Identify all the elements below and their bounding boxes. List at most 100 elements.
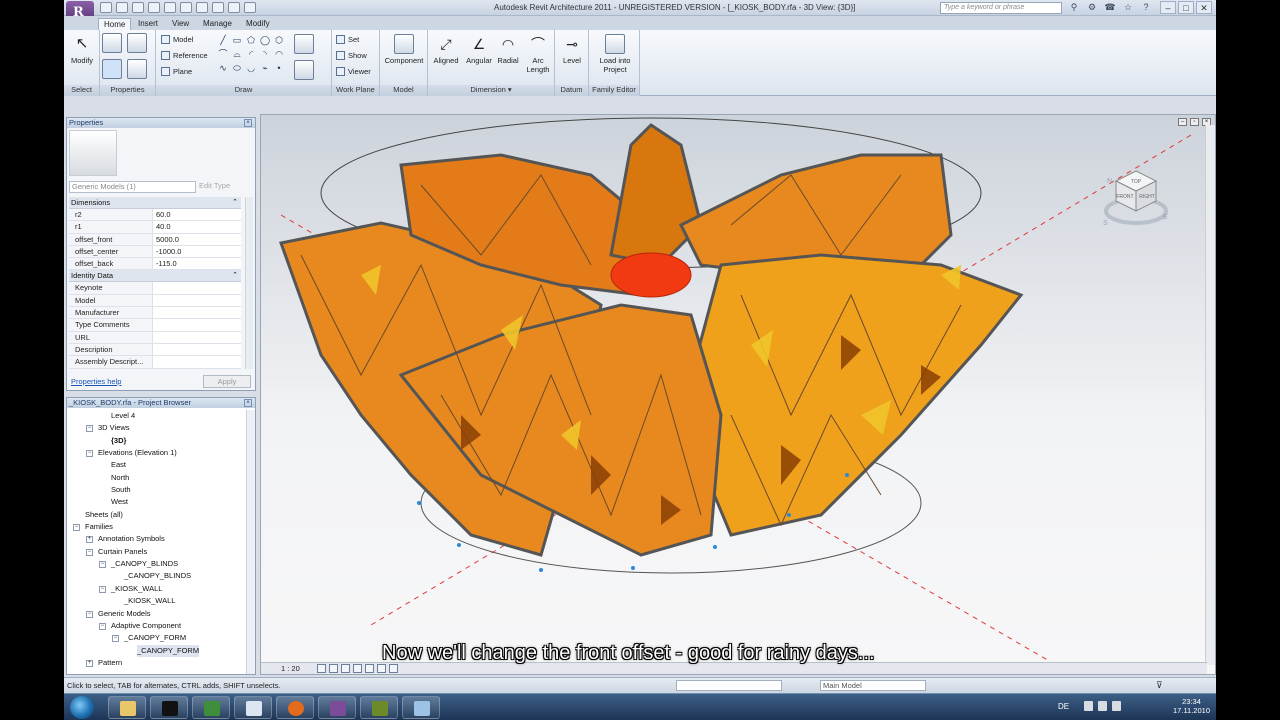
close-icon[interactable]: × — [244, 119, 252, 127]
ellipse-tool-icon[interactable]: ⬭ — [230, 63, 244, 73]
collapse-icon[interactable]: ⌃ — [232, 270, 238, 282]
browser-tree-node[interactable]: South — [67, 484, 247, 496]
undo-icon[interactable] — [132, 2, 144, 13]
family-types-button[interactable] — [102, 33, 122, 55]
model-line-button[interactable]: Model — [161, 35, 193, 44]
expand-icon[interactable]: + — [86, 659, 93, 667]
redo-icon[interactable] — [148, 2, 160, 13]
thin-lines-icon[interactable] — [228, 2, 240, 13]
angular-dimension-button[interactable]: ∠ Angular — [463, 34, 495, 65]
center-arc-icon[interactable]: ◜ — [244, 49, 258, 59]
polygon-tool-icon[interactable]: ⬠ — [244, 35, 258, 45]
save-icon[interactable] — [116, 2, 128, 13]
battery-icon[interactable] — [1112, 701, 1121, 711]
browser-tree-node[interactable]: {3D} — [67, 435, 247, 447]
set-work-plane-button[interactable]: Set — [336, 35, 359, 44]
start-button[interactable] — [70, 696, 94, 719]
circle-tool-icon[interactable]: ◯ — [258, 35, 272, 45]
collapse-icon[interactable]: − — [86, 548, 93, 556]
browser-tree-node[interactable]: − _CANOPY_FORM — [67, 632, 247, 644]
property-group-header[interactable]: Identity Data ⌃ — [69, 270, 241, 283]
browser-tree-node[interactable]: + Annotation Symbols — [67, 533, 247, 545]
tab-view[interactable]: View — [167, 18, 194, 29]
browser-tree-node[interactable]: North — [67, 472, 247, 484]
measure-icon[interactable] — [164, 2, 176, 13]
level-button[interactable]: ⊸ Level — [557, 34, 587, 65]
work-plane-viewer-button[interactable]: Viewer — [336, 67, 371, 76]
browser-tree-node[interactable]: − _KIOSK_WALL — [67, 583, 247, 595]
minimize-button[interactable]: – — [1160, 1, 1176, 14]
close-icon[interactable]: × — [244, 399, 252, 407]
inscribed-polygon-icon[interactable]: ⬡ — [272, 35, 286, 45]
collapse-icon[interactable]: − — [112, 635, 119, 643]
input-language[interactable]: DE — [1058, 702, 1069, 711]
reference-line-button[interactable]: Reference — [161, 51, 208, 60]
draw-on-face-button[interactable] — [294, 34, 314, 56]
pick-lines-icon[interactable]: ⌁ — [258, 63, 272, 73]
filter-icon[interactable]: ⊽ — [1156, 680, 1163, 691]
property-value-field[interactable]: -115.0 — [153, 258, 241, 270]
property-value-field[interactable]: 60.0 — [153, 209, 241, 221]
draw-on-plane-button[interactable] — [294, 60, 314, 82]
collapse-icon[interactable]: − — [99, 622, 106, 630]
canopy-model-drawing[interactable] — [261, 115, 1207, 663]
viewcube[interactable]: TOP FRONT RIGHT N E S — [1101, 163, 1171, 233]
taskbar-app-tools[interactable] — [360, 696, 398, 719]
tab-modify[interactable]: Modify — [241, 18, 275, 29]
crop-view-icon[interactable] — [353, 664, 362, 673]
apply-button[interactable]: Apply — [203, 375, 251, 388]
canopy-petal-right[interactable] — [679, 253, 1024, 537]
collapse-icon[interactable]: − — [86, 610, 93, 618]
collapse-icon[interactable]: − — [86, 425, 93, 433]
browser-tree-node[interactable]: − Families — [67, 521, 247, 533]
browser-tree-node[interactable]: West — [67, 496, 247, 508]
browser-tree-node[interactable]: − Adaptive Component — [67, 620, 247, 632]
collapse-icon[interactable]: ⌃ — [232, 197, 238, 209]
tab-insert[interactable]: Insert — [133, 18, 163, 29]
browser-tree-node[interactable]: − _CANOPY_BLINDS — [67, 558, 247, 570]
fillet-arc-icon[interactable]: ◠ — [272, 49, 286, 59]
start-end-arc-icon[interactable]: ⌓ — [230, 49, 244, 59]
browser-tree-node[interactable]: East — [67, 459, 247, 471]
arc-tool-icon[interactable]: ⌒ — [216, 49, 230, 59]
minimize-view-button[interactable]: – — [1178, 118, 1187, 126]
taskbar-document[interactable] — [234, 696, 272, 719]
taskbar-app-green[interactable] — [192, 696, 230, 719]
close-button[interactable]: ✕ — [1196, 1, 1212, 14]
radial-dimension-button[interactable]: ◠ Radial — [494, 34, 522, 65]
help-icon[interactable]: ? — [1140, 2, 1152, 13]
properties-toggle-button[interactable] — [102, 59, 122, 81]
spline-tool-icon[interactable]: ∿ — [216, 63, 230, 73]
browser-tree-node[interactable]: − Generic Models — [67, 608, 247, 620]
show-crop-icon[interactable] — [365, 664, 374, 673]
collapse-icon[interactable]: − — [73, 524, 80, 532]
browser-tree-node[interactable]: Sheets (all) — [67, 509, 247, 521]
section-icon[interactable] — [212, 2, 224, 13]
browser-tree-node[interactable]: _CANOPY_BLINDS — [67, 570, 247, 582]
load-into-project-button[interactable]: Load into Project — [593, 34, 637, 74]
communication-icon[interactable]: ☎ — [1104, 2, 1116, 13]
edit-type-button[interactable]: Edit Type — [199, 181, 230, 190]
properties-help-link[interactable]: Properties help — [71, 377, 121, 386]
show-work-plane-button[interactable]: Show — [336, 51, 367, 60]
partial-ellipse-icon[interactable]: ◡ — [244, 63, 258, 73]
browser-tree-node[interactable]: _KIOSK_WALL — [67, 595, 247, 607]
browser-tree-node[interactable]: Level 4 — [67, 410, 247, 422]
property-value-field[interactable] — [153, 282, 241, 294]
3d-view-icon[interactable] — [196, 2, 208, 13]
clock[interactable]: 23:34 17.11.2010 — [1173, 697, 1210, 715]
collapse-icon[interactable]: − — [86, 450, 93, 458]
collapse-icon[interactable]: − — [99, 585, 106, 593]
open-icon[interactable] — [100, 2, 112, 13]
property-value-field[interactable]: 5000.0 — [153, 233, 241, 245]
visual-style-icon[interactable] — [329, 664, 338, 673]
viewport-scrollbar[interactable] — [1205, 125, 1215, 665]
binoculars-icon[interactable]: ⚲ — [1068, 2, 1080, 13]
help-search-input[interactable]: Type a keyword or phrase — [940, 2, 1062, 14]
select-panel-label[interactable]: Select — [64, 85, 99, 96]
subscription-icon[interactable]: ⚙ — [1086, 2, 1098, 13]
property-value-field[interactable] — [153, 294, 241, 307]
detail-level-icon[interactable] — [317, 664, 326, 673]
taskbar-cmd[interactable] — [150, 696, 188, 719]
point-tool-icon[interactable]: • — [272, 63, 286, 73]
